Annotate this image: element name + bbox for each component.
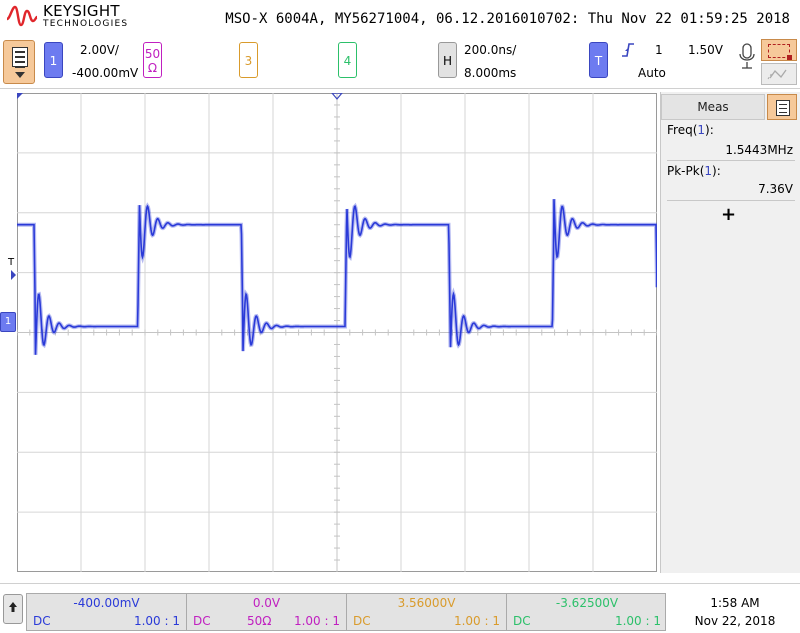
zoom-box-button[interactable]	[761, 39, 797, 61]
channel2-probe: 1.00 : 1	[293, 614, 340, 628]
graticule[interactable]	[17, 93, 657, 572]
chevron-down-icon	[15, 72, 25, 78]
waveform-icon	[767, 69, 787, 80]
channel4-summary[interactable]: -3.62500V DC 1.00 : 1	[507, 594, 667, 630]
channel2-impedance-unit: Ω	[147, 61, 158, 75]
horizontal-delay[interactable]: 8.000ms	[464, 66, 516, 80]
meas-menu-button[interactable]	[767, 94, 797, 120]
main-menu-button[interactable]	[3, 40, 35, 84]
channel1-offset[interactable]: -400.00mV	[72, 66, 138, 80]
waveform-display[interactable]	[17, 93, 657, 572]
zoom-box-icon	[768, 44, 792, 60]
channel3-summary[interactable]: 3.56000V DC 1.00 : 1	[347, 594, 507, 630]
trigger-source[interactable]: 1	[655, 43, 663, 57]
trigger-level-marker[interactable]: T	[8, 257, 14, 268]
channel-summary: -400.00mV DC 1.00 : 1 0.0V DC 50Ω 1.00 :…	[26, 593, 666, 631]
pkpk-value: 7.36V	[758, 182, 793, 196]
keysight-logo: KEYSIGHT TECHNOLOGIES	[6, 2, 136, 31]
keysight-wave-icon	[6, 5, 38, 27]
channel3-button[interactable]: 3	[239, 42, 258, 78]
freq-value: 1.5443MHz	[725, 143, 793, 157]
clock-time: 1:58 AM	[710, 596, 760, 610]
channel1-summary[interactable]: -400.00mV DC 1.00 : 1	[27, 594, 187, 630]
channel3-coupling: DC	[353, 614, 371, 628]
menu-icon	[776, 100, 790, 116]
instrument-id-line: MSO-X 6004A, MY56271004, 06.12.201601070…	[225, 11, 790, 27]
channel4-button[interactable]: 4	[338, 42, 357, 78]
divider	[667, 200, 795, 201]
channel2-impedance: 50Ω	[247, 614, 272, 628]
meas-tab[interactable]: Meas	[661, 94, 765, 120]
trigger-button[interactable]: T	[589, 42, 608, 78]
brand-name: KEYSIGHT	[43, 2, 120, 20]
channel3-offset-summary: 3.56000V	[397, 596, 456, 610]
horizontal-button[interactable]: H	[438, 42, 457, 78]
channel2-summary[interactable]: 0.0V DC 50Ω 1.00 : 1	[187, 594, 347, 630]
waveform-draw-button[interactable]	[761, 63, 797, 85]
title-bar: KEYSIGHT TECHNOLOGIES MSO-X 6004A, MY562…	[0, 0, 800, 36]
expand-up-button[interactable]	[3, 594, 23, 624]
arrow-up-icon	[9, 602, 17, 612]
menu-icon	[12, 47, 28, 68]
channel2-offset-summary: 0.0V	[252, 596, 281, 610]
control-row: 1 2.00V/ -400.00mV 50 Ω 3 4 H 200.0ns/ 8…	[0, 36, 800, 89]
channel4-coupling: DC	[513, 614, 531, 628]
divider	[667, 160, 795, 161]
trigger-level-arrow-icon[interactable]	[11, 270, 16, 280]
horizontal-scale[interactable]: 200.0ns/	[464, 43, 516, 57]
clock-date: Nov 22, 2018	[694, 614, 776, 628]
add-measurement-button[interactable]: +	[721, 204, 736, 225]
channel1-button[interactable]: 1	[44, 42, 63, 78]
trigger-mode[interactable]: Auto	[638, 66, 666, 80]
channel1-scale[interactable]: 2.00V/	[80, 43, 119, 57]
channel3-probe: 1.00 : 1	[453, 614, 500, 628]
channel1-probe: 1.00 : 1	[133, 614, 180, 628]
measurement-panel: Meas Freq(1): 1.5443MHz Pk-Pk(1): 7.36V …	[660, 92, 800, 573]
microphone-icon[interactable]	[738, 43, 756, 71]
channel2-button[interactable]: 50 Ω	[143, 42, 162, 78]
channel4-probe: 1.00 : 1	[614, 614, 661, 628]
pkpk-label: Pk-Pk(1):	[667, 164, 721, 178]
channel2-impedance-top: 50	[144, 47, 161, 61]
rising-edge-icon	[621, 42, 635, 62]
channel4-offset-summary: -3.62500V	[555, 596, 619, 610]
freq-label: Freq(1):	[667, 123, 714, 137]
channel2-coupling: DC	[193, 614, 211, 628]
trigger-level[interactable]: 1.50V	[688, 43, 723, 57]
channel1-ground-marker[interactable]: 1	[0, 312, 16, 332]
brand-subtitle: TECHNOLOGIES	[43, 19, 129, 29]
channel-status-bar: -400.00mV DC 1.00 : 1 0.0V DC 50Ω 1.00 :…	[0, 583, 800, 633]
channel1-offset-summary: -400.00mV	[73, 596, 140, 610]
channel1-coupling: DC	[33, 614, 51, 628]
